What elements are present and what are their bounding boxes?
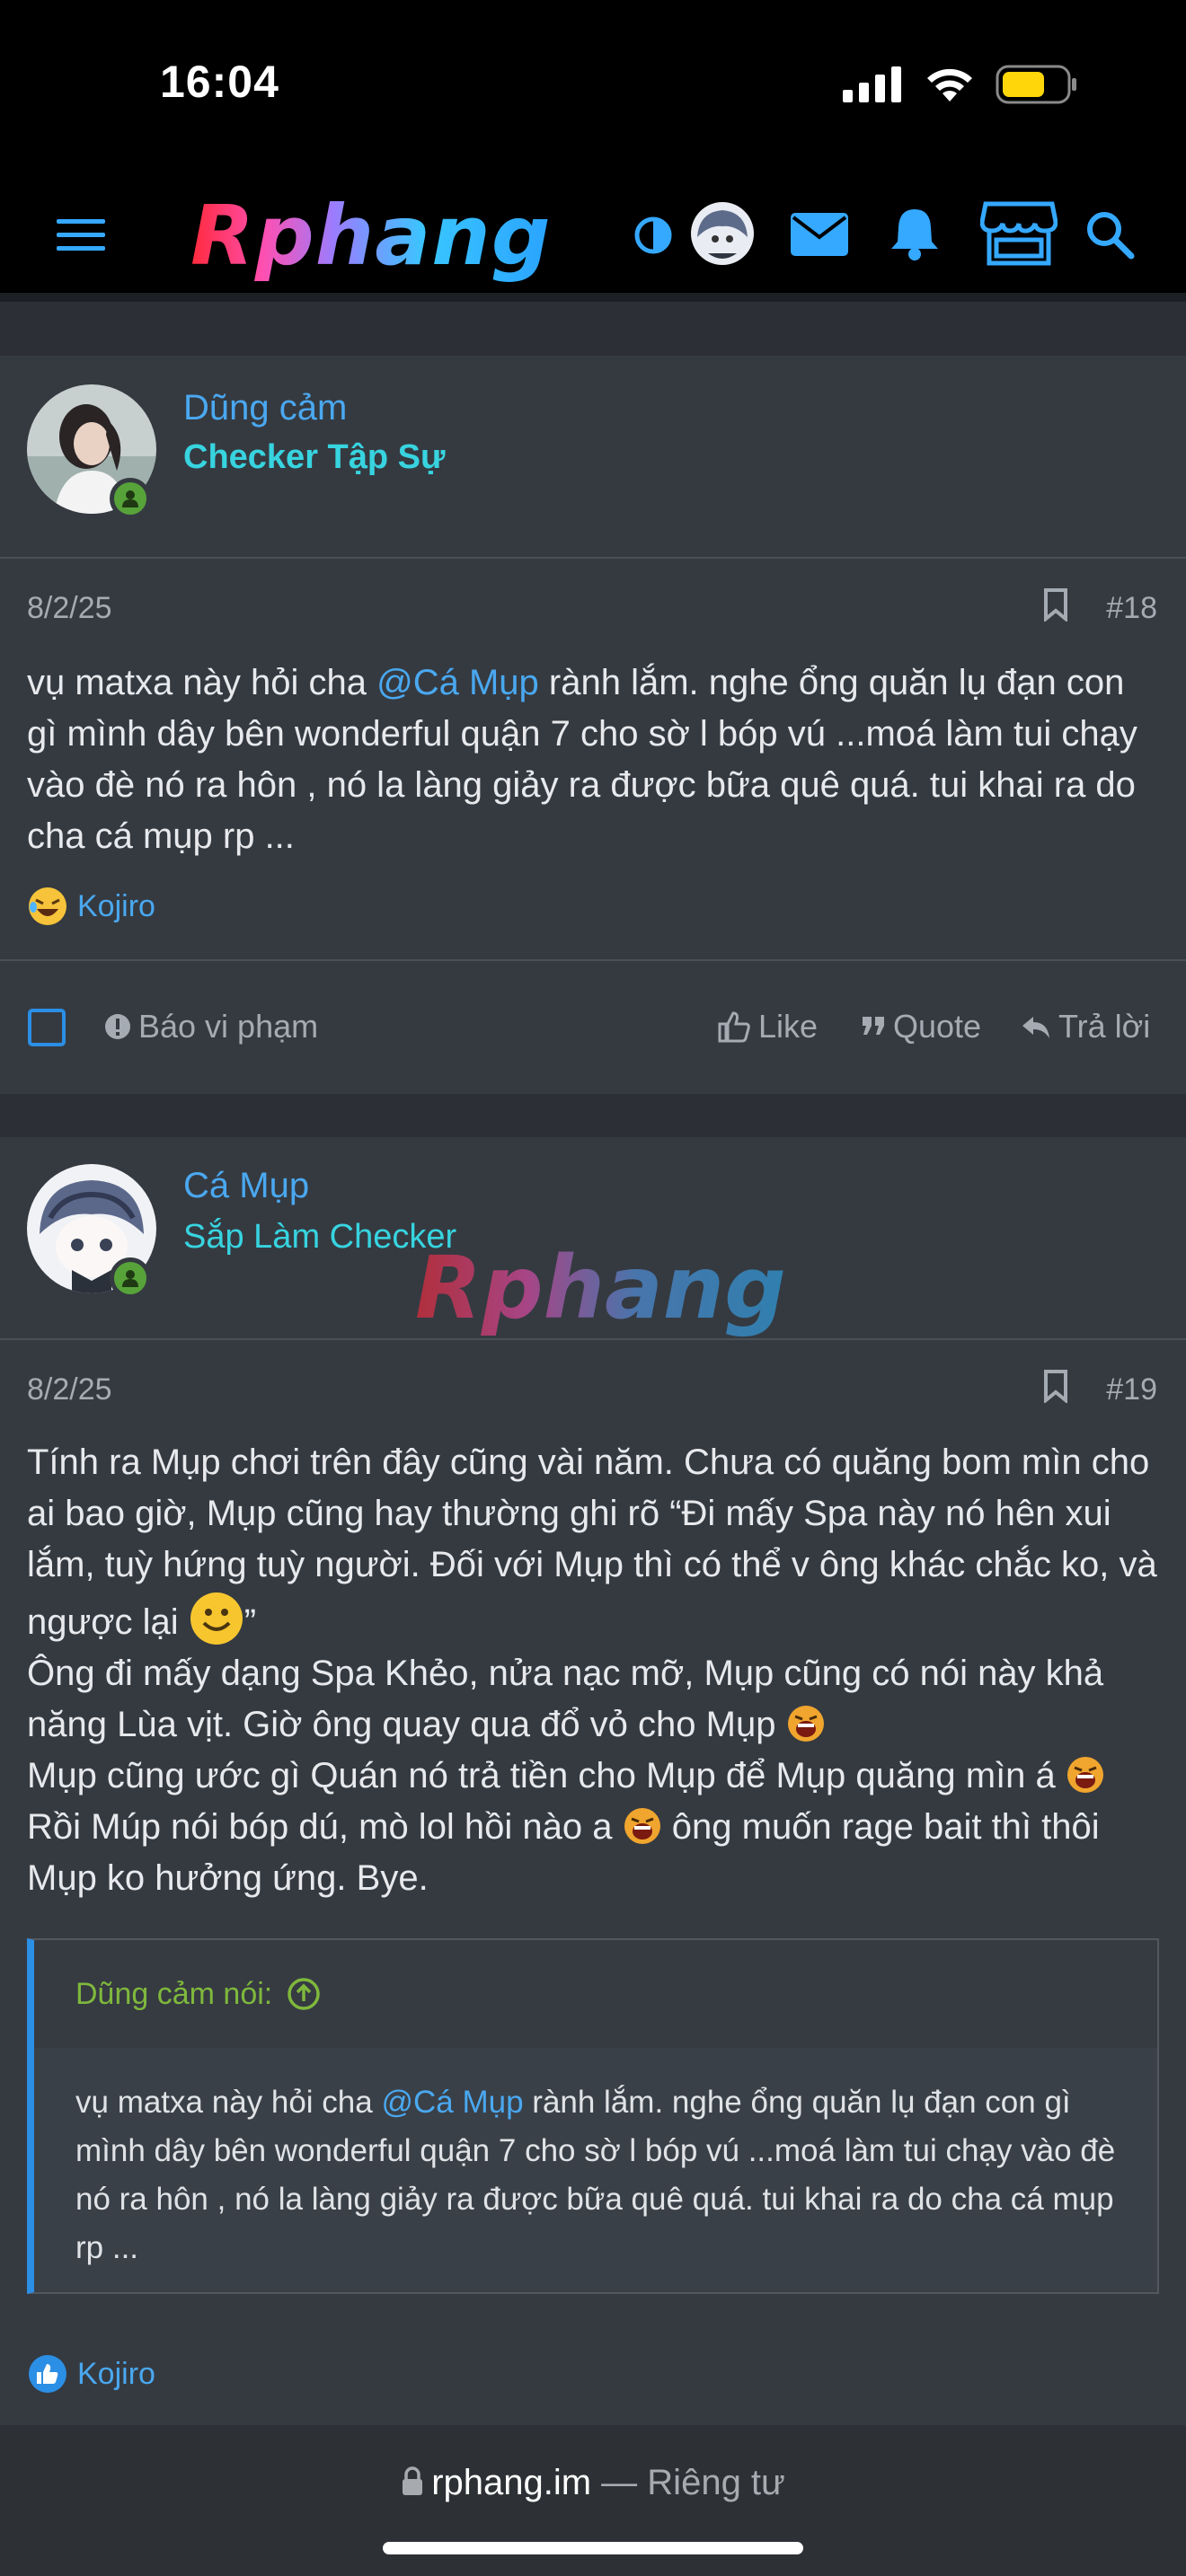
search-button[interactable]	[1084, 207, 1136, 262]
alert-icon	[105, 1014, 130, 1039]
post-paragraph: Ông đi mấy dạng Spa Khẻo, nửa nạc mỡ, Mụ…	[27, 1648, 1161, 1751]
reply-icon	[1022, 1017, 1049, 1038]
post-18: Dũng cảm Checker Tập Sự 8/2/25 #18 vụ ma…	[0, 356, 1186, 1094]
user-online-icon	[122, 1270, 138, 1287]
battery-icon	[996, 65, 1076, 104]
store-button[interactable]	[979, 199, 1058, 268]
like-reaction-icon	[29, 2355, 66, 2393]
search-icon	[1087, 212, 1135, 260]
reply-button[interactable]: Trả lời	[1021, 1008, 1150, 1045]
post-paragraph: Rồi Múp nói bóp dú, mò lol hồi nào a ông…	[27, 1802, 1161, 1904]
quote-author: Dũng cảm nói:	[75, 1976, 273, 2011]
like-label: Like	[758, 1008, 819, 1045]
browser-address-bar[interactable]: rphang.im — Riêng tư	[0, 2425, 1186, 2576]
report-button[interactable]: Báo vi phạm	[104, 1008, 318, 1045]
post-number[interactable]: #19	[1106, 1372, 1157, 1407]
online-status-icon	[110, 1257, 151, 1299]
arrow-up-circle-icon[interactable]	[287, 1977, 321, 2011]
screaming-emoji-icon	[1067, 1757, 1103, 1793]
smile-emoji-icon	[190, 1592, 243, 1645]
post-action-bar: Báo vi phạm Like Quote Trả lời	[0, 959, 1186, 1094]
site-logo[interactable]: Rphang	[190, 183, 552, 287]
post-author-title: Checker Tập Sự	[183, 438, 446, 476]
post-date[interactable]: 8/2/25	[27, 1372, 112, 1407]
quote-header[interactable]: Dũng cảm nói:	[34, 1940, 1157, 2048]
reaction-user[interactable]: Kojiro	[77, 889, 155, 924]
user-online-icon	[122, 490, 138, 507]
reaction-summary[interactable]: Kojiro	[27, 2353, 155, 2395]
post-text: vụ matxa này hỏi cha	[27, 663, 377, 702]
bookmark-icon	[1044, 588, 1067, 623]
bell-icon	[891, 209, 938, 260]
mail-icon	[791, 213, 848, 256]
url-display[interactable]: rphang.im — Riêng tư	[0, 2463, 1186, 2503]
screaming-emoji-icon	[787, 1706, 824, 1742]
watermark-logo: Rphang	[415, 1238, 786, 1338]
thumbs-up-icon	[718, 1011, 750, 1043]
post-number[interactable]: #18	[1106, 591, 1157, 626]
post-date[interactable]: 8/2/25	[27, 591, 112, 626]
quote-label: Quote	[893, 1008, 982, 1045]
quote-content: vụ matxa này hỏi cha @Cá Mụp rành lắm. n…	[34, 2048, 1157, 2308]
select-post-checkbox[interactable]	[27, 1008, 66, 1047]
checkbox-icon	[28, 1009, 66, 1046]
bookmark-button[interactable]	[1042, 587, 1069, 626]
wifi-icon	[927, 68, 972, 101]
reaction-summary[interactable]: Kojiro	[27, 886, 155, 927]
post-paragraph: Mụp cũng ước gì Quán nó trả tiền cho Mụp…	[27, 1751, 1161, 1802]
laugh-reaction-icon	[29, 887, 66, 925]
post-header: Dũng cảm Checker Tập Sự	[0, 356, 1186, 559]
status-time: 16:04	[160, 57, 279, 107]
menu-icon	[57, 219, 105, 251]
theme-toggle-button[interactable]	[631, 208, 676, 262]
privacy-label: Riêng tư	[647, 2463, 785, 2502]
report-label: Báo vi phạm	[138, 1008, 319, 1045]
url-domain: rphang.im	[431, 2463, 592, 2502]
quote-button[interactable]: Quote	[861, 1008, 981, 1045]
user-mention-link[interactable]: @Cá Mụp	[376, 663, 539, 702]
post-author-name[interactable]: Dũng cảm	[183, 388, 347, 428]
bookmark-button[interactable]	[1042, 1369, 1069, 1407]
like-button[interactable]: Like	[717, 1008, 818, 1045]
menu-button[interactable]	[50, 208, 111, 262]
signal-icon	[843, 66, 901, 102]
user-mention-link[interactable]: @Cá Mụp	[381, 2085, 523, 2120]
status-icons	[843, 65, 1078, 104]
user-avatar-button[interactable]	[690, 201, 755, 266]
avatar	[691, 202, 754, 265]
quote-text: vụ matxa này hỏi cha	[75, 2085, 382, 2120]
quote-icon	[863, 1017, 884, 1035]
screaming-emoji-icon	[624, 1808, 660, 1844]
theme-toggle-icon	[634, 216, 672, 254]
home-indicator[interactable]	[383, 2542, 803, 2554]
post-text: Rồi Múp nói bóp dú, mò lol hồi nào a	[27, 1807, 613, 1847]
bookmark-icon	[1044, 1370, 1067, 1405]
notifications-button[interactable]	[886, 203, 943, 264]
status-bar: 16:04	[0, 0, 1186, 171]
mail-button[interactable]	[789, 207, 850, 262]
lock-icon	[403, 2466, 423, 2495]
post-text: Mụp cũng ước gì Quán nó trả tiền cho Mụp…	[27, 1756, 1056, 1795]
post-text: ”	[243, 1602, 257, 1642]
reaction-user[interactable]: Kojiro	[77, 2357, 155, 2392]
post-text: Ông đi mấy dạng Spa Khẻo, nửa nạc mỡ, Mụ…	[27, 1654, 1104, 1744]
url-separator: —	[591, 2463, 648, 2502]
post-author-name[interactable]: Cá Mụp	[183, 1166, 309, 1206]
online-status-icon	[110, 478, 151, 519]
top-navbar: Rphang	[0, 171, 1186, 302]
post-paragraph: Tính ra Mụp chơi trên đây cũng vài năm. …	[27, 1437, 1161, 1648]
post-content: vụ matxa này hỏi cha @Cá Mụp rành lắm. n…	[27, 657, 1161, 862]
reply-label: Trả lời	[1058, 1008, 1151, 1045]
logo-text: Rphang	[190, 187, 552, 284]
post-content: Tính ra Mụp chơi trên đây cũng vài năm. …	[27, 1437, 1161, 1904]
store-icon	[980, 201, 1058, 266]
quote-block: Dũng cảm nói: vụ matxa này hỏi cha @Cá M…	[27, 1938, 1159, 2294]
